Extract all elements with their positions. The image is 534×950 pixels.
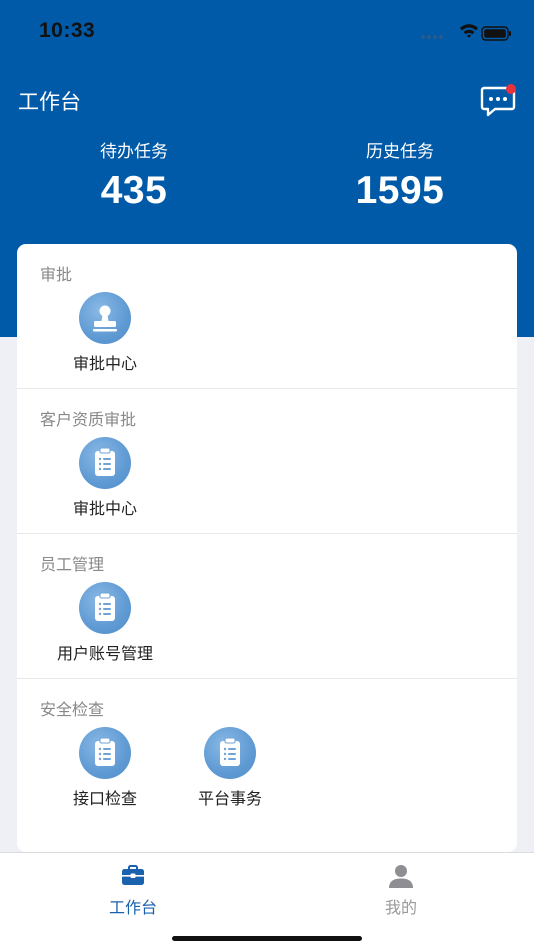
- pending-tasks-label: 待办任务: [100, 142, 168, 162]
- tile-label: 审批中心: [72, 499, 137, 518]
- briefcase-icon: [122, 865, 144, 885]
- status-bar: 10:33: [0, 0, 534, 60]
- history-tasks-label: 历史任务: [366, 142, 434, 162]
- cellular-signal-icon: [421, 35, 443, 39]
- tab-mine[interactable]: 我的: [321, 853, 481, 923]
- pending-tasks-value: 435: [100, 169, 168, 212]
- section-staff-management: 员工管理 用户账号管理: [17, 534, 517, 679]
- qualification-approval-center-tile[interactable]: 审批中心: [43, 437, 163, 527]
- section-customer-qualification: 客户资质审批 审批中心: [17, 389, 517, 534]
- workbench-card: 审批 审批中心 客户资质审批 审批中心 员工管理 用户账号管理 安全检查 接口检…: [17, 244, 517, 852]
- clipboard-icon: [79, 727, 131, 779]
- history-tasks-value: 1595: [355, 169, 445, 212]
- status-icons: [421, 24, 511, 41]
- person-icon: [389, 865, 413, 888]
- tab-label: 我的: [384, 898, 417, 917]
- tab-label: 工作台: [108, 898, 157, 917]
- page-title: 工作台: [18, 90, 81, 114]
- stamp-icon: [79, 292, 131, 344]
- pending-tasks-stat[interactable]: 待办任务 435: [34, 140, 234, 214]
- wifi-icon: [460, 24, 478, 38]
- tile-label: 用户账号管理: [56, 644, 153, 663]
- home-indicator: [172, 936, 362, 941]
- interface-check-tile[interactable]: 接口检查: [43, 727, 163, 817]
- section-approval: 审批 审批中心: [17, 244, 517, 389]
- battery-icon: [481, 26, 511, 41]
- clipboard-icon: [79, 437, 131, 489]
- section-title: 客户资质审批: [40, 410, 137, 429]
- user-account-management-tile[interactable]: 用户账号管理: [43, 582, 163, 672]
- section-title: 审批: [40, 265, 73, 284]
- tile-label: 审批中心: [72, 354, 137, 373]
- unread-badge: [506, 84, 516, 94]
- section-security-check: 安全检查 接口检查 平台事务: [17, 679, 517, 824]
- status-time: 10:33: [39, 19, 96, 42]
- clipboard-icon: [79, 582, 131, 634]
- platform-affairs-tile[interactable]: 平台事务: [168, 727, 288, 817]
- history-tasks-stat[interactable]: 历史任务 1595: [300, 140, 500, 214]
- approval-center-tile[interactable]: 审批中心: [43, 292, 163, 382]
- section-title: 安全检查: [40, 700, 105, 719]
- section-title: 员工管理: [40, 555, 105, 574]
- tile-label: 平台事务: [197, 789, 262, 808]
- clipboard-icon: [204, 727, 256, 779]
- tab-workbench[interactable]: 工作台: [53, 853, 213, 923]
